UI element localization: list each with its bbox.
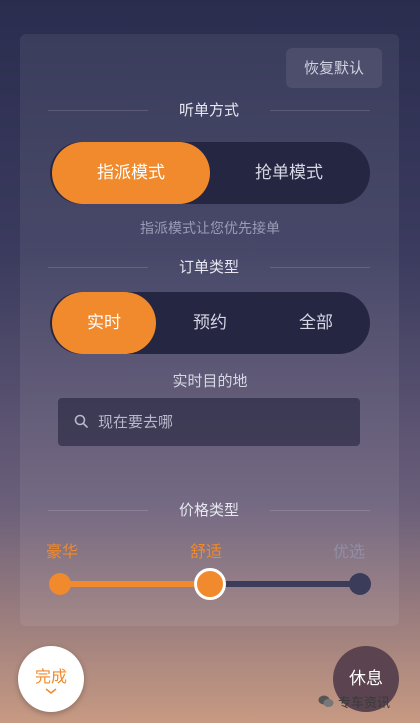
search-icon	[74, 414, 88, 428]
price-type-title: 价格类型	[48, 500, 370, 520]
listening-mode-hint: 指派模式让您优先接单	[140, 221, 280, 237]
price-select-label[interactable]: 优选	[333, 538, 365, 562]
done-label: 完成	[34, 667, 67, 686]
price-slider-fill	[60, 581, 210, 587]
chevron-down-icon	[45, 688, 57, 694]
price-stop-select[interactable]	[349, 573, 371, 595]
price-luxury-label[interactable]: 豪华	[46, 538, 78, 562]
grab-mode-option[interactable]: 抢单模式	[210, 142, 368, 204]
watermark-text: 专车资讯	[338, 696, 391, 711]
assign-mode-option[interactable]: 指派模式	[52, 142, 210, 204]
price-slider-thumb[interactable]	[194, 568, 226, 600]
listening-mode-title: 听单方式	[48, 100, 370, 120]
destination-search	[58, 398, 360, 446]
reset-defaults-button[interactable]: 恢复默认	[286, 48, 382, 88]
order-type-segment: 实时 预约 全部	[50, 292, 370, 354]
listening-mode-segment: 指派模式 抢单模式	[50, 142, 370, 204]
price-comfort-label[interactable]: 舒适	[190, 538, 222, 562]
order-type-reserved[interactable]: 预约	[158, 292, 262, 354]
order-type-title: 订单类型	[48, 257, 370, 277]
destination-input[interactable]	[98, 398, 348, 446]
watermark: 专车资讯	[318, 692, 390, 711]
price-stop-luxury[interactable]	[49, 573, 71, 595]
order-type-realtime[interactable]: 实时	[52, 292, 156, 354]
destination-title: 实时目的地	[172, 372, 248, 390]
order-type-all[interactable]: 全部	[264, 292, 368, 354]
done-button[interactable]: 完成	[18, 646, 84, 712]
wechat-icon	[318, 695, 334, 707]
